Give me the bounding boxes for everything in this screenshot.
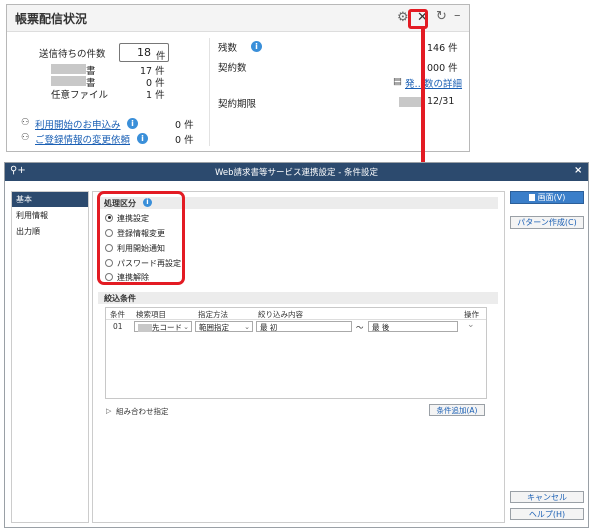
nav-item-output-order[interactable]: 出力順	[12, 224, 88, 239]
header-item: 検索項目	[136, 310, 166, 319]
screen-icon	[528, 194, 535, 201]
range-from-input[interactable]: 最 初	[256, 321, 352, 332]
range-to-value: 最 後	[372, 323, 390, 332]
settings-nav: 基本 利用情報 出力順	[11, 191, 89, 523]
condition-settings-dialog: ⚲+ Web請求書等サービス連携設定 - 条件設定 × 基本 利用情報 出力順 …	[4, 162, 589, 528]
dialog-titlebar: ⚲+ Web請求書等サービス連携設定 - 条件設定 ×	[5, 163, 588, 181]
process-section-highlight	[97, 191, 185, 285]
method-value: 範囲指定	[199, 323, 229, 332]
search-item-select[interactable]: 先コード ⌄	[134, 321, 192, 332]
header-cond: 条件	[110, 310, 125, 319]
screen-button-label: 画面(V)	[537, 193, 566, 202]
header-content: 絞り込み内容	[258, 310, 303, 319]
header-op: 操作	[464, 310, 479, 319]
chevron-down-icon: ⌄	[183, 323, 189, 331]
nav-item-usage-info[interactable]: 利用情報	[12, 208, 88, 223]
range-from-value: 最 初	[260, 323, 278, 332]
table-header-row: 条件 検索項目 指定方法 絞り込み内容 操作	[106, 308, 486, 320]
cond-number: 01	[113, 322, 123, 331]
search-item-value: 先コード	[152, 323, 182, 332]
screen-button[interactable]: 画面(V)	[510, 191, 584, 204]
help-button[interactable]: ヘルプ(H)	[510, 508, 584, 520]
filter-section-title: 絞込条件	[104, 294, 136, 303]
pattern-create-button[interactable]: パターン作成(C)	[510, 216, 584, 229]
chevron-down-icon: ⌄	[244, 323, 250, 331]
cancel-button[interactable]: キャンセル	[510, 491, 584, 503]
dialog-title: Web請求書等サービス連携設定 - 条件設定	[214, 168, 378, 178]
filter-table: 条件 検索項目 指定方法 絞り込み内容 操作 01 先コード ⌄ 範囲指定 ⌄ …	[105, 307, 487, 399]
range-to-input[interactable]: 最 後	[368, 321, 458, 332]
header-method: 指定方法	[198, 310, 228, 319]
range-tilde: ～	[356, 323, 364, 332]
chevron-down-icon[interactable]: ⌄	[467, 320, 475, 330]
nav-item-basic[interactable]: 基本	[12, 192, 88, 207]
combo-label[interactable]: 組み合わせ指定	[116, 406, 169, 417]
close-icon[interactable]: ×	[574, 165, 582, 176]
expand-icon[interactable]: ▷	[106, 407, 111, 415]
add-condition-button[interactable]: 条件追加(A)	[429, 404, 485, 416]
filter-section-header: 絞込条件	[98, 292, 498, 304]
method-select[interactable]: 範囲指定 ⌄	[195, 321, 253, 332]
table-row: 01 先コード ⌄ 範囲指定 ⌄ 最 初 ～ 最 後 ⌄	[106, 320, 486, 334]
